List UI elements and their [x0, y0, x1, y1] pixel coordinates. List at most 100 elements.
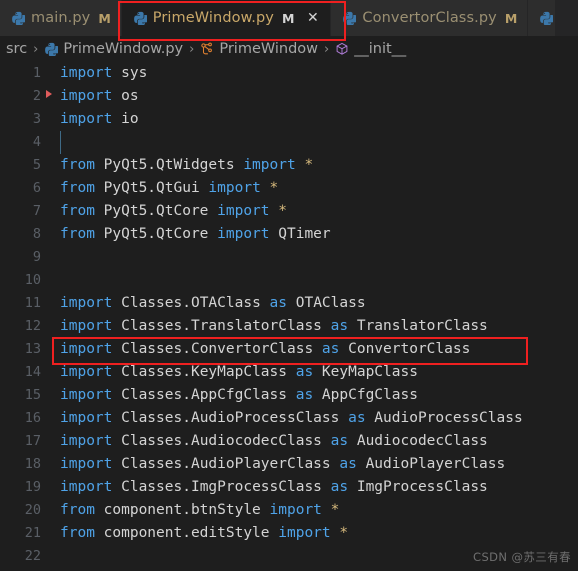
token: ConvertorClass	[339, 341, 471, 357]
editor-tab-primewindow-py[interactable]: PrimeWindow.py M ✕	[121, 0, 332, 36]
breadcrumb-item-primewindowpy[interactable]: PrimeWindow.py	[44, 41, 183, 57]
token: Classes.OTAClass	[112, 295, 270, 311]
python-file-icon	[45, 42, 59, 56]
code-text: import Classes.AppCfgClass as AppCfgClas…	[60, 384, 418, 407]
editor-tab-main-py[interactable]: main.py M	[0, 0, 122, 36]
token: PyQt5.QtGui	[94, 180, 209, 196]
token: import	[269, 502, 322, 518]
code-line[interactable]: 13 import Classes.ConvertorClass as Conve…	[0, 338, 578, 361]
token: as	[339, 456, 357, 472]
tab-label: PrimeWindow.py	[152, 10, 274, 26]
code-text: import Classes.OTAClass as OTAClass	[60, 292, 366, 315]
code-line[interactable]: 2 import os	[0, 85, 578, 108]
code-text: from component.editStyle import *	[60, 522, 348, 545]
tab-close-icon[interactable]: ✕	[305, 10, 320, 26]
token: import	[243, 157, 296, 173]
breadcrumb-separator: ›	[33, 41, 39, 57]
editor-tab-overflow[interactable]	[528, 0, 557, 36]
code-text: import Classes.ConvertorClass as Convert…	[60, 338, 470, 361]
line-number: 13	[24, 341, 41, 357]
line-number: 8	[32, 226, 41, 242]
breadcrumb-item-__init__[interactable]: __init__	[335, 41, 406, 57]
line-number: 18	[24, 456, 41, 472]
breadcrumb-item-src[interactable]: src	[6, 41, 27, 57]
token: Classes.KeyMapClass	[112, 364, 296, 380]
token: from	[60, 525, 95, 541]
code-line[interactable]: 5 from PyQt5.QtWidgets import *	[0, 154, 578, 177]
token: from	[60, 180, 95, 196]
code-text: from PyQt5.QtCore import *	[60, 200, 287, 223]
token: *	[304, 157, 314, 173]
tab-label: ConvertorClass.py	[362, 10, 497, 26]
token: import	[60, 456, 113, 472]
code-line[interactable]: 21 from component.editStyle import *	[0, 522, 578, 545]
code-line[interactable]: 20 from component.btnStyle import *	[0, 499, 578, 522]
token: QTimer	[269, 226, 331, 242]
breakpoint-marker-icon[interactable]	[46, 90, 52, 98]
token: Classes.AudiocodecClass	[112, 433, 331, 449]
token: Classes.ConvertorClass	[112, 341, 322, 357]
code-line[interactable]: 4	[0, 131, 578, 154]
token: from	[60, 226, 95, 242]
token: Classes.AudioPlayerClass	[112, 456, 340, 472]
token: AudiocodecClass	[348, 433, 488, 449]
line-number: 19	[24, 479, 41, 495]
method-symbol-icon	[336, 42, 348, 55]
code-text: from PyQt5.QtCore import QTimer	[60, 223, 331, 246]
line-number: 3	[32, 111, 41, 127]
code-line[interactable]: 16 import Classes.AudioProcessClass as Au…	[0, 407, 578, 430]
breadcrumb-separator: ›	[324, 41, 330, 57]
code-line[interactable]: 11 import Classes.OTAClass as OTAClass	[0, 292, 578, 315]
python-file-icon	[12, 11, 25, 25]
code-line[interactable]: 14 import Classes.KeyMapClass as KeyMapCl…	[0, 361, 578, 384]
token: import	[60, 65, 113, 81]
editor-tab-convertorclass-py[interactable]: ConvertorClass.py M	[331, 0, 529, 36]
line-number: 15	[24, 387, 41, 403]
line-number: 12	[24, 318, 41, 334]
code-line[interactable]: 7 from PyQt5.QtCore import *	[0, 200, 578, 223]
line-number: 1	[32, 65, 41, 81]
token: import	[60, 318, 113, 334]
code-editor[interactable]: 1 import sys 2 import os 3 import io 4 5 from Py…	[0, 62, 578, 571]
breadcrumb-item-primewindow[interactable]: PrimeWindow	[200, 41, 318, 57]
watermark: CSDN @苏三有春	[473, 550, 571, 564]
code-line[interactable]: 15 import Classes.AppCfgClass as AppCfgCl…	[0, 384, 578, 407]
code-line[interactable]: 6 from PyQt5.QtGui import *	[0, 177, 578, 200]
tab-dirty-indicator: M	[504, 10, 518, 26]
token: Classes.TranslatorClass	[112, 318, 331, 334]
code-text: import Classes.KeyMapClass as KeyMapClas…	[60, 361, 418, 384]
code-line[interactable]: 1 import sys	[0, 62, 578, 85]
code-line[interactable]: 17 import Classes.AudiocodecClass as Audi…	[0, 430, 578, 453]
line-number: 4	[32, 134, 41, 150]
code-line[interactable]: 19 import Classes.ImgProcessClass as ImgP…	[0, 476, 578, 499]
token: *	[330, 502, 340, 518]
code-line[interactable]: 18 import Classes.AudioPlayerClass as Aud…	[0, 453, 578, 476]
token: import	[217, 226, 270, 242]
code-text: from component.btnStyle import *	[60, 499, 339, 522]
token: import	[60, 111, 113, 127]
editor-tab-bar: main.py M PrimeWindow.py M ✕ ConvertorClass.p…	[0, 0, 578, 36]
python-file-icon	[343, 11, 357, 25]
breadcrumb-label: __init__	[354, 41, 407, 57]
breadcrumb: src › PrimeWindow.py › PrimeWindow › __init__	[0, 36, 578, 62]
code-line[interactable]: 3 import io	[0, 108, 578, 131]
token: import	[60, 387, 113, 403]
token: KeyMapClass	[313, 364, 418, 380]
token: as	[295, 387, 314, 403]
code-line[interactable]: 12 import Classes.TranslatorClass as Tran…	[0, 315, 578, 338]
token: as	[348, 410, 366, 426]
token: PyQt5.QtWidgets	[94, 157, 244, 173]
code-text: import os	[60, 85, 139, 108]
code-line[interactable]: 10	[0, 269, 578, 292]
line-number: 20	[24, 502, 41, 518]
token: as	[269, 295, 287, 311]
code-line[interactable]: 9	[0, 246, 578, 269]
code-text: from PyQt5.QtGui import *	[60, 177, 278, 200]
token: import	[60, 410, 113, 426]
token: AudioProcessClass	[365, 410, 523, 426]
code-line[interactable]: 8 from PyQt5.QtCore import QTimer	[0, 223, 578, 246]
tab-dirty-indicator: M	[98, 10, 111, 26]
